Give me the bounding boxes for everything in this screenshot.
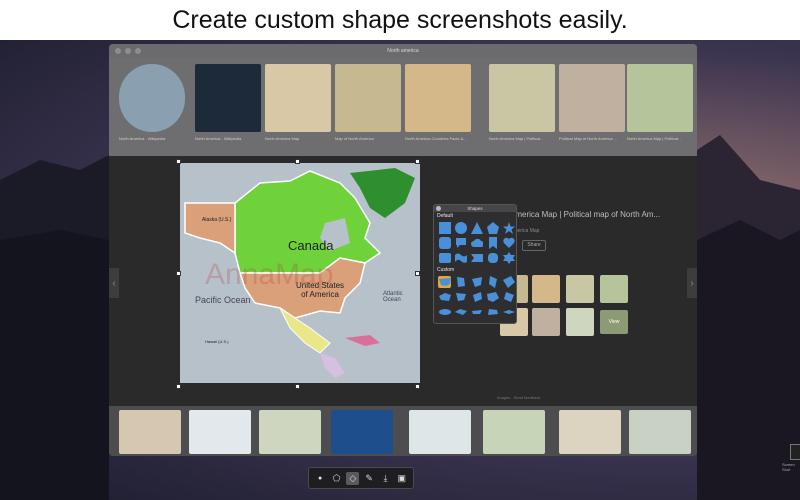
rounded-square-shape[interactable]	[438, 237, 451, 249]
island-shape-1[interactable]	[438, 306, 451, 318]
shapes-palette: Shapes Default Custom	[433, 204, 517, 324]
image-thumbnail[interactable]	[119, 410, 181, 454]
resize-handle[interactable]	[176, 384, 181, 389]
map-label-hawaii: Hawaii (U.S.)	[205, 339, 229, 344]
image-thumbnail[interactable]	[331, 410, 393, 454]
resize-handle[interactable]	[415, 271, 420, 276]
resize-handle[interactable]	[176, 271, 181, 276]
screenshot-file-icon[interactable]	[790, 444, 800, 460]
image-thumbnail[interactable]	[559, 410, 621, 454]
image-results-top-row: North America - Wikipedia North America …	[109, 58, 697, 156]
save-icon[interactable]: ⤓	[379, 472, 392, 485]
image-thumbnail[interactable]: North America Map	[265, 64, 331, 141]
image-thumbnail[interactable]: North America - Wikipedia	[195, 64, 261, 141]
country-shape-1[interactable]	[438, 291, 451, 303]
pen-icon[interactable]: ✎	[363, 472, 376, 485]
map-label-pacific: Pacific Ocean	[195, 295, 251, 305]
pentagon-shape[interactable]	[486, 222, 499, 234]
image-thumbnail[interactable]	[189, 410, 251, 454]
country-shape-3[interactable]	[470, 291, 483, 303]
wave-shape[interactable]	[454, 252, 467, 264]
close-icon[interactable]	[436, 206, 441, 211]
share-button[interactable]: Share	[522, 240, 546, 251]
island-shape-5[interactable]	[502, 306, 515, 318]
image-thumbnail[interactable]	[259, 410, 321, 454]
usa-map-shape[interactable]	[438, 276, 451, 288]
image-thumbnail[interactable]: North America Map | Political...	[489, 64, 555, 141]
related-image[interactable]	[600, 275, 628, 303]
country-shape-4[interactable]	[486, 291, 499, 303]
capture-region[interactable]: AnnaMap Canada United States of America …	[180, 163, 420, 383]
image-results-bottom-row	[109, 406, 697, 456]
palette-title: Shapes	[467, 206, 483, 211]
map-label-alaska: Alaska (U.S.)	[202, 217, 232, 223]
custom-shapes-grid	[434, 274, 516, 320]
island-shape-3[interactable]	[470, 306, 483, 318]
image-thumbnail[interactable]: Political Map of North America ...	[559, 64, 625, 141]
related-image[interactable]	[532, 308, 560, 336]
related-image[interactable]	[566, 275, 594, 303]
state-shape-3[interactable]	[486, 276, 499, 288]
shape-icon[interactable]: ⬠	[330, 472, 343, 485]
default-section-label: Default	[437, 213, 453, 219]
gear-shape[interactable]	[502, 252, 515, 264]
browser-titlebar: North america	[109, 44, 697, 58]
island-shape-4[interactable]	[486, 306, 499, 318]
image-thumbnail[interactable]	[409, 410, 471, 454]
image-thumbnail[interactable]: Map of North America	[335, 64, 401, 141]
heart-shape[interactable]	[502, 237, 515, 249]
resize-handle[interactable]	[295, 384, 300, 389]
prev-arrow-icon[interactable]: ‹	[109, 268, 119, 298]
image-thumbnail[interactable]: North America Map | Political...	[627, 64, 693, 141]
square-shape[interactable]	[438, 222, 451, 234]
map-label-canada: Canada	[288, 238, 334, 253]
bookmark-shape[interactable]	[486, 237, 499, 249]
speech-bubble-shape[interactable]	[454, 237, 467, 249]
screenshot-file-label: Screen Shot	[782, 462, 795, 472]
resize-handle[interactable]	[415, 159, 420, 164]
shape-select-icon[interactable]: ◇	[346, 471, 360, 485]
palette-titlebar: Shapes	[434, 205, 516, 212]
state-shape-1[interactable]	[454, 276, 467, 288]
map-label-usa: United States of America	[295, 281, 345, 299]
caption-band: Create custom shape screenshots easily.	[0, 0, 800, 40]
cloud-shape[interactable]	[470, 237, 483, 249]
badge-shape[interactable]	[486, 252, 499, 264]
close-icon[interactable]: ●	[314, 472, 327, 485]
resize-handle[interactable]	[415, 384, 420, 389]
image-thumbnail[interactable]	[629, 410, 691, 454]
blob-shape[interactable]	[438, 252, 451, 264]
resize-handle[interactable]	[295, 159, 300, 164]
screenshot-icon[interactable]: ▣	[395, 472, 408, 485]
related-image[interactable]	[566, 308, 594, 336]
default-shapes-grid	[434, 220, 516, 266]
island-shape-2[interactable]	[454, 306, 467, 318]
flag-shape[interactable]	[470, 252, 483, 264]
footer-links[interactable]: Images · Send feedback	[497, 395, 540, 400]
state-shape-2[interactable]	[470, 276, 483, 288]
custom-section-label: Custom	[437, 267, 455, 273]
triangle-shape[interactable]	[470, 222, 483, 234]
image-thumbnail[interactable]: North America Countries Facts &...	[405, 64, 471, 141]
image-thumbnail[interactable]: North America - Wikipedia	[119, 64, 185, 141]
map-label-atlantic: Atlantic Ocean	[383, 291, 403, 303]
resize-handle[interactable]	[176, 159, 181, 164]
image-thumbnail[interactable]	[483, 410, 545, 454]
state-shape-4[interactable]	[502, 276, 515, 288]
browser-title: North america	[387, 48, 419, 54]
capture-toolbar: ● ⬠ ◇ ✎ ⤓ ▣	[308, 467, 414, 489]
country-shape-2[interactable]	[454, 291, 467, 303]
circle-shape[interactable]	[454, 222, 467, 234]
next-arrow-icon[interactable]: ›	[687, 268, 697, 298]
window-controls[interactable]	[115, 48, 141, 54]
related-image[interactable]	[532, 275, 560, 303]
country-shape-5[interactable]	[502, 291, 515, 303]
view-button[interactable]: View	[600, 310, 628, 334]
star-shape[interactable]	[502, 222, 515, 234]
result-title[interactable]: America Map | Political map of North Am.…	[510, 210, 660, 219]
caption-text: Create custom shape screenshots easily.	[172, 5, 628, 34]
